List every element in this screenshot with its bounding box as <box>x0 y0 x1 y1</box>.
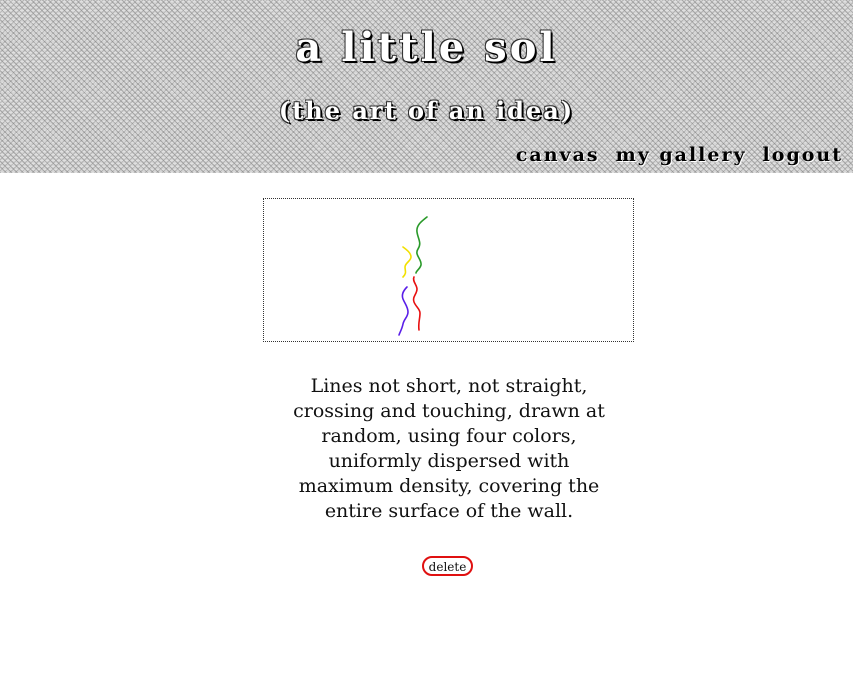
artwork-instructions: Lines not short, not straight, crossing … <box>293 375 605 522</box>
artwork-line-red <box>412 276 421 331</box>
artwork-canvas <box>263 198 634 342</box>
delete-button[interactable]: delete <box>422 556 473 576</box>
artwork-drawing <box>398 216 428 336</box>
site-title: a little sol <box>295 24 558 71</box>
nav-my-gallery-link[interactable]: my gallery <box>616 144 747 166</box>
nav-logout-link[interactable]: logout <box>763 144 843 166</box>
nav-canvas-link[interactable]: canvas <box>516 144 600 166</box>
main-nav: canvas my gallery logout <box>516 144 843 166</box>
site-header: a little sol (the art of an idea) canvas… <box>0 0 853 173</box>
artwork-line-green <box>415 216 428 274</box>
site-subtitle: (the art of an idea) <box>278 96 575 125</box>
artwork-line-purple <box>398 286 409 336</box>
artwork-line-yellow <box>402 246 412 278</box>
